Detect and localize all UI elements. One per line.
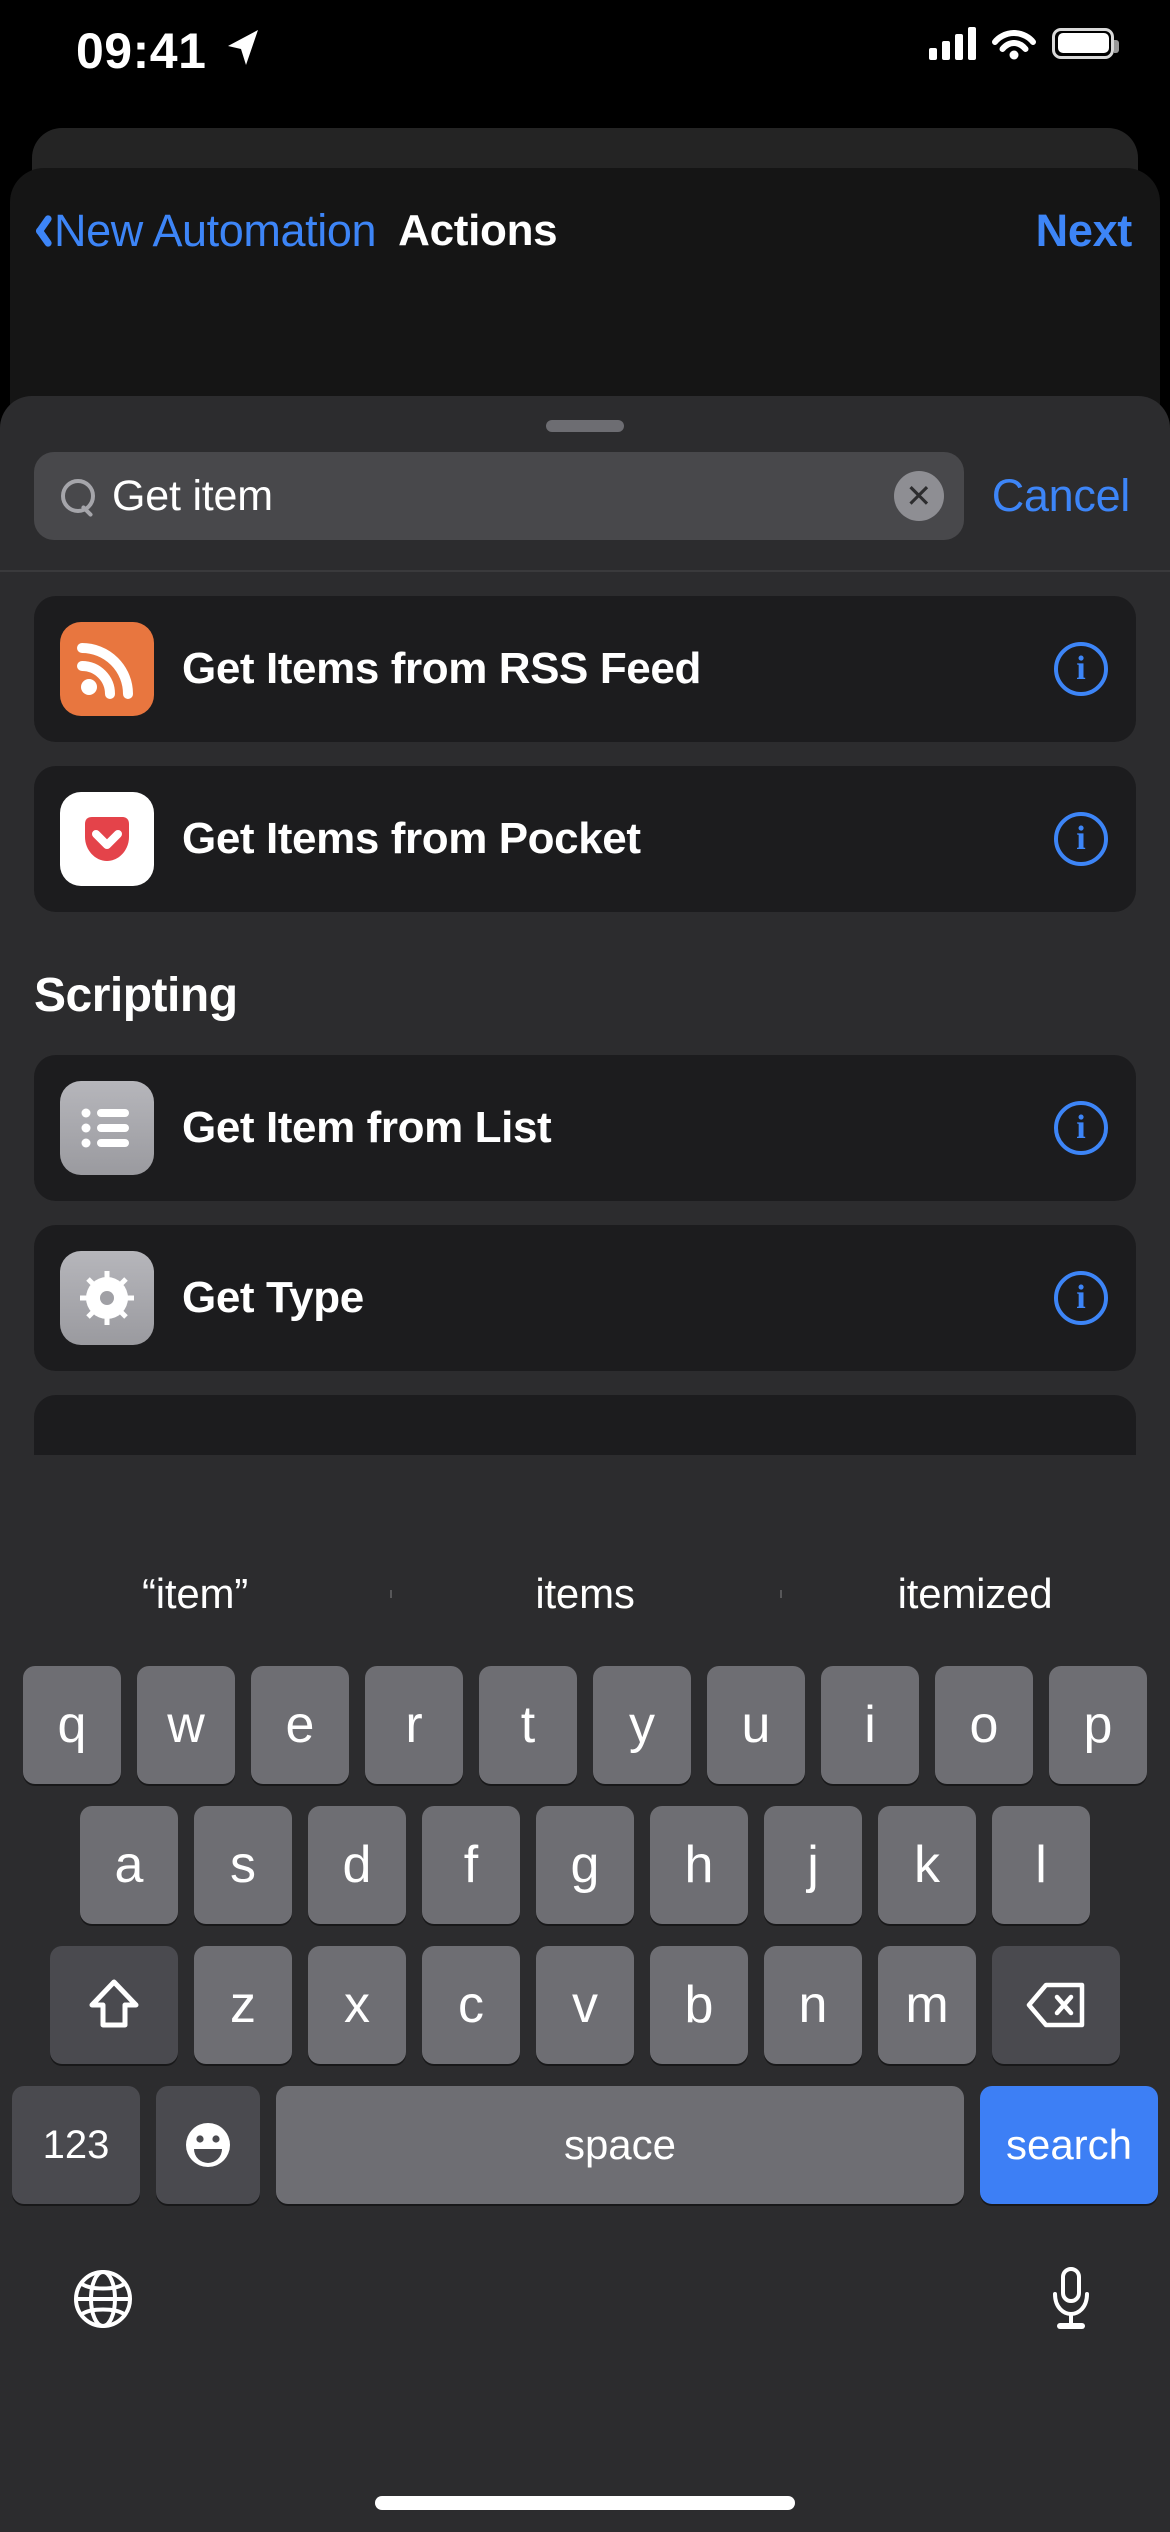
next-button[interactable]: Next xyxy=(1036,205,1133,257)
key-y[interactable]: y xyxy=(593,1666,691,1784)
list-item-label: Get Items from RSS Feed xyxy=(182,644,701,693)
globe-icon[interactable] xyxy=(72,2268,134,2335)
key-d[interactable]: d xyxy=(308,1806,406,1924)
status-bar: 09:41 xyxy=(0,0,1170,98)
cellular-signal-icon xyxy=(929,26,976,60)
list-item-label: Get Items from Pocket xyxy=(182,814,641,863)
key-u[interactable]: u xyxy=(707,1666,805,1784)
keyboard-row-3: z x c v b n m xyxy=(0,1946,1170,2064)
keyboard-row-4: 123 space search xyxy=(0,2086,1170,2204)
location-arrow-icon xyxy=(222,26,262,68)
key-n[interactable]: n xyxy=(764,1946,862,2064)
list-item-label: Get Type xyxy=(182,1273,364,1322)
search-bar: Get item ✕ Cancel xyxy=(0,432,1170,540)
key-f[interactable]: f xyxy=(422,1806,520,1924)
pocket-icon xyxy=(60,792,154,886)
info-icon[interactable]: i xyxy=(1054,812,1108,866)
page-title: Actions xyxy=(398,206,558,255)
emoji-icon[interactable] xyxy=(156,2086,260,2204)
back-button[interactable]: New Automation xyxy=(26,205,376,257)
key-v[interactable]: v xyxy=(536,1946,634,2064)
search-icon xyxy=(60,478,96,514)
software-keyboard: “item” items itemized q w e r t y u i o … xyxy=(0,1532,1170,2532)
key-b[interactable]: b xyxy=(650,1946,748,2064)
gear-icon xyxy=(60,1251,154,1345)
key-a[interactable]: a xyxy=(80,1806,178,1924)
space-key[interactable]: space xyxy=(276,2086,964,2204)
list-item[interactable]: Get Item from List i xyxy=(34,1055,1136,1201)
rss-icon xyxy=(60,622,154,716)
list-item[interactable]: Get Items from Pocket i xyxy=(34,766,1136,912)
microphone-icon[interactable] xyxy=(1048,2266,1094,2337)
sheet-drag-handle[interactable] xyxy=(546,420,624,432)
clear-search-button[interactable]: ✕ xyxy=(893,471,944,521)
search-input-value: Get item xyxy=(112,471,273,520)
list-item-label: Get Item from List xyxy=(182,1103,552,1152)
results-list: Get Items from RSS Feed i Get Items from… xyxy=(0,596,1170,1371)
key-c[interactable]: c xyxy=(422,1946,520,2064)
key-p[interactable]: p xyxy=(1049,1666,1147,1784)
info-icon[interactable]: i xyxy=(1054,1101,1108,1155)
key-o[interactable]: o xyxy=(935,1666,1033,1784)
prediction-candidate[interactable]: “item” xyxy=(0,1570,390,1618)
iphone-screen: 09:41 New Automation Actions Next Get it… xyxy=(0,0,1170,2532)
info-icon[interactable]: i xyxy=(1054,1271,1108,1325)
clear-icon-glyph: ✕ xyxy=(905,478,933,514)
keyboard-row-2: a s d f g h j k l xyxy=(0,1806,1170,1924)
key-g[interactable]: g xyxy=(536,1806,634,1924)
status-bar-time: 09:41 xyxy=(76,23,207,79)
wifi-icon xyxy=(992,29,1036,59)
key-q[interactable]: q xyxy=(23,1666,121,1784)
key-m[interactable]: m xyxy=(878,1946,976,2064)
back-button-label: New Automation xyxy=(54,205,377,256)
key-x[interactable]: x xyxy=(308,1946,406,2064)
list-item[interactable]: Get Items from RSS Feed i xyxy=(34,596,1136,742)
keyboard-bottom-bar xyxy=(0,2226,1170,2376)
section-header: Scripting xyxy=(34,969,238,1022)
list-icon xyxy=(60,1081,154,1175)
navigation-bar: New Automation Actions Next xyxy=(0,176,1170,286)
key-l[interactable]: l xyxy=(992,1806,1090,1924)
key-r[interactable]: r xyxy=(365,1666,463,1784)
key-e[interactable]: e xyxy=(251,1666,349,1784)
key-w[interactable]: w xyxy=(137,1666,235,1784)
keyboard-row-1: q w e r t y u i o p xyxy=(0,1666,1170,1784)
prediction-candidate[interactable]: itemized xyxy=(780,1570,1170,1618)
key-z[interactable]: z xyxy=(194,1946,292,2064)
chevron-left-icon xyxy=(26,212,48,250)
key-s[interactable]: s xyxy=(194,1806,292,1924)
cancel-button[interactable]: Cancel xyxy=(992,470,1131,522)
prediction-candidate[interactable]: items xyxy=(390,1570,780,1618)
keyboard-rows: q w e r t y u i o p a s d f g h j k l z … xyxy=(0,1656,1170,2204)
backspace-icon[interactable] xyxy=(992,1946,1120,2064)
status-bar-indicators xyxy=(929,26,1119,60)
prediction-label: items xyxy=(535,1570,635,1617)
prediction-label: itemized xyxy=(897,1570,1053,1617)
list-item[interactable]: Get Type i xyxy=(34,1225,1136,1371)
home-indicator xyxy=(375,2496,795,2510)
key-h[interactable]: h xyxy=(650,1806,748,1924)
key-i[interactable]: i xyxy=(821,1666,919,1784)
key-t[interactable]: t xyxy=(479,1666,577,1784)
action-picker-sheet: Get item ✕ Cancel Get Items from RSS Fee xyxy=(0,396,1170,1544)
prediction-label: “item” xyxy=(141,1570,249,1617)
battery-icon xyxy=(1052,27,1119,59)
numbers-key[interactable]: 123 xyxy=(12,2086,140,2204)
search-divider xyxy=(0,570,1170,572)
predictive-bar: “item” items itemized xyxy=(0,1532,1170,1656)
key-k[interactable]: k xyxy=(878,1806,976,1924)
shift-icon[interactable] xyxy=(50,1946,178,2064)
list-item-partial[interactable] xyxy=(34,1395,1136,1455)
info-icon[interactable]: i xyxy=(1054,642,1108,696)
key-j[interactable]: j xyxy=(764,1806,862,1924)
search-return-key[interactable]: search xyxy=(980,2086,1158,2204)
search-input[interactable]: Get item ✕ xyxy=(34,452,964,540)
